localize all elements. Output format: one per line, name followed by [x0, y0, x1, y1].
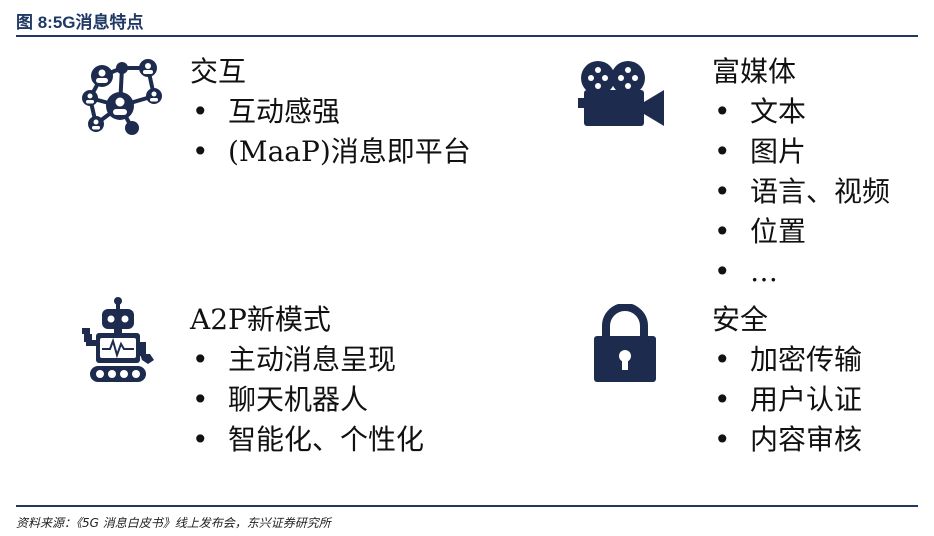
list-item: 内容审核 — [712, 420, 862, 460]
quadrant-title: A2P新模式 — [190, 303, 331, 336]
quadrant-title: 安全 — [712, 303, 769, 336]
feature-list: 互动感强 (MaaP)消息即平台 — [190, 92, 471, 172]
list-item: 互动感强 — [190, 92, 471, 132]
quadrant-rich-media: 富媒体 文本 图片 语言、视频 位置 … — [712, 52, 890, 292]
list-item: … — [712, 252, 890, 292]
list-item: 主动消息呈现 — [190, 340, 424, 380]
network-people-icon — [82, 59, 162, 135]
padlock-icon — [594, 304, 656, 382]
list-item: 聊天机器人 — [190, 380, 424, 420]
robot-icon — [82, 297, 154, 382]
list-item: 用户认证 — [712, 380, 862, 420]
source-note: 资料来源：《5G 消息白皮书》线上发布会，东兴证券研究所 — [16, 516, 331, 530]
list-item: 位置 — [712, 212, 890, 252]
figure-title: 图 8:5G消息特点 — [16, 13, 144, 32]
list-item: 图片 — [712, 132, 890, 172]
list-item: 语言、视频 — [712, 172, 890, 212]
quadrant-title: 富媒体 — [712, 55, 797, 88]
feature-list: 主动消息呈现 聊天机器人 智能化、个性化 — [190, 340, 424, 460]
quadrant-security: 安全 加密传输 用户认证 内容审核 — [712, 300, 862, 460]
quadrant-a2p: A2P新模式 主动消息呈现 聊天机器人 智能化、个性化 — [190, 300, 424, 460]
quadrant-title: 交互 — [190, 55, 247, 88]
feature-list: 加密传输 用户认证 内容审核 — [712, 340, 862, 460]
quadrant-interaction: 交互 互动感强 (MaaP)消息即平台 — [190, 52, 471, 172]
list-item: 加密传输 — [712, 340, 862, 380]
list-item: (MaaP)消息即平台 — [190, 132, 471, 172]
video-camera-icon — [578, 61, 664, 126]
feature-list: 文本 图片 语言、视频 位置 … — [712, 92, 890, 292]
list-item: 文本 — [712, 92, 890, 132]
top-divider — [16, 35, 918, 37]
list-item: 智能化、个性化 — [190, 420, 424, 460]
bottom-divider — [16, 505, 918, 507]
